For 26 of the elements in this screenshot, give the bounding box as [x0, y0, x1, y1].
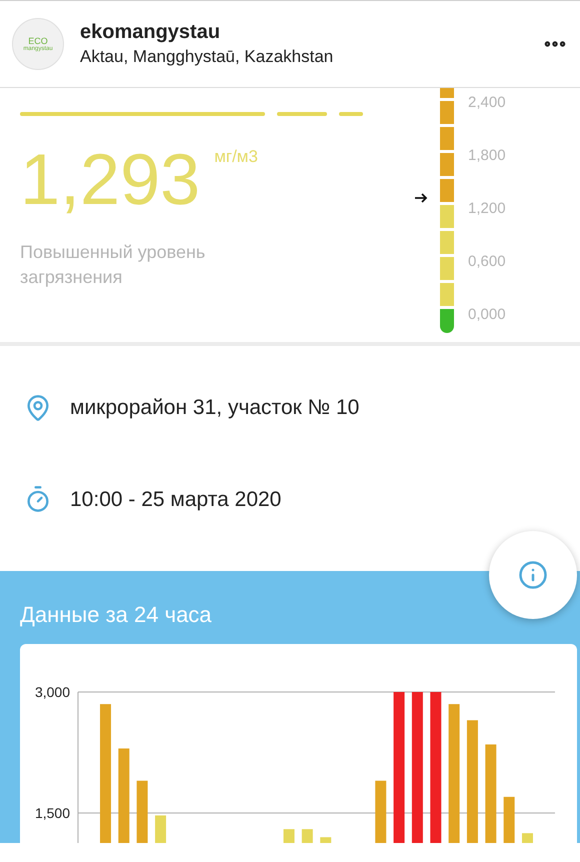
axis-tick-label: 1,500 — [34, 805, 70, 821]
reading-value: 1,293 — [20, 140, 200, 220]
chart-bar — [283, 829, 294, 843]
pointer-arrow-icon — [414, 192, 428, 204]
scale-label: 0,600 — [468, 252, 506, 272]
account-name[interactable]: ekomangystau — [80, 19, 334, 45]
scale-label: 1,200 — [468, 199, 506, 219]
axis-tick-label: 3,000 — [34, 684, 70, 700]
reading-unit: мг/м3 — [214, 146, 258, 168]
scale-label: 1,800 — [468, 146, 506, 166]
section-title: Данные за 24 часа — [20, 601, 213, 629]
chart-bar — [302, 829, 313, 843]
chart-bar — [136, 780, 148, 843]
chart-bar — [504, 796, 515, 843]
detail-text: микрорайон 31, участок № 10 — [70, 395, 360, 421]
scale-label: 2,400 — [468, 93, 506, 113]
chart-bar — [375, 780, 386, 843]
chart-bar — [522, 833, 533, 843]
info-icon — [518, 560, 548, 590]
detail-text: 10:00 - 25 марта 2020 — [70, 486, 282, 512]
scale-label: 0,000 — [468, 305, 506, 325]
pollution-status: Повышенный уровень загрязнения — [20, 241, 206, 289]
info-button[interactable] — [489, 531, 577, 619]
chart-bar — [155, 815, 166, 843]
location-text[interactable]: Aktau, Mangghystaū, Kazakhstan — [80, 45, 334, 69]
chart-bar — [320, 837, 332, 843]
